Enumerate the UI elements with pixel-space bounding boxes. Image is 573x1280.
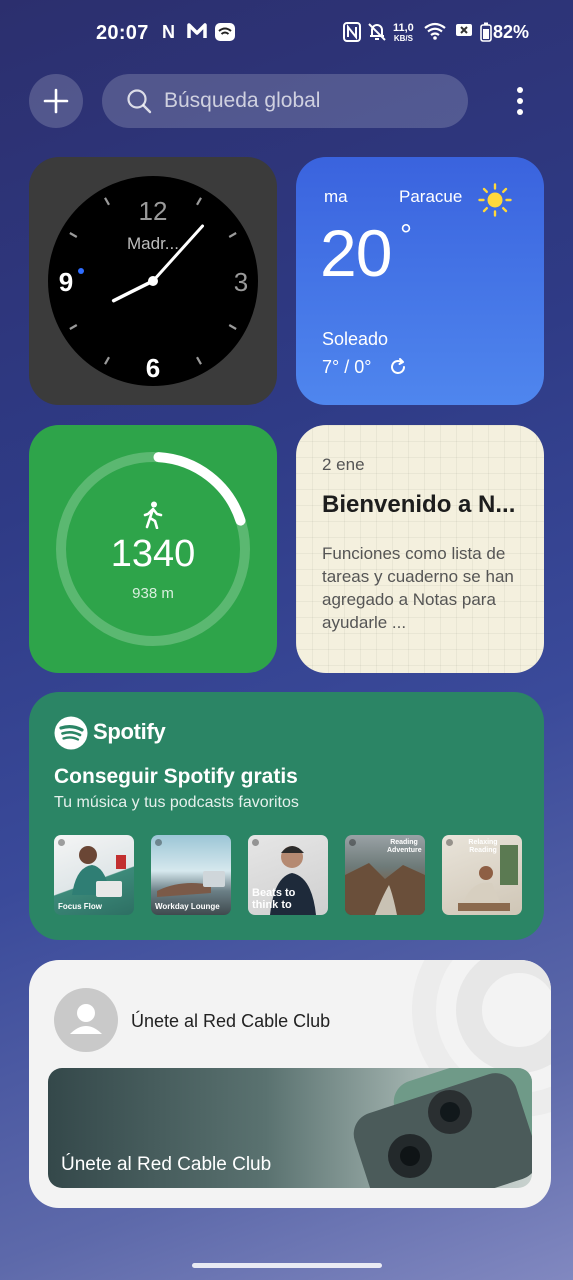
net-speed-value: 11,0 xyxy=(393,22,414,34)
playlist-tile-workday-lounge[interactable]: Workday Lounge xyxy=(151,835,231,915)
weather-temperature: 20 xyxy=(320,216,392,290)
weather-degree: ° xyxy=(400,219,412,252)
avatar[interactable] xyxy=(54,988,118,1052)
steps-count: 1340 xyxy=(110,533,196,575)
numeral-12: 12 xyxy=(139,196,168,226)
note-body: Funciones como lista de tareas y cuadern… xyxy=(322,544,514,632)
numeral-3: 3 xyxy=(234,267,248,297)
playlist-caption: Focus Flow xyxy=(58,902,102,911)
nfc-icon xyxy=(343,22,361,47)
wifi-calling-icon xyxy=(214,22,236,47)
spotify-title: Conseguir Spotify gratis xyxy=(54,765,298,788)
steps-distance: 938 m xyxy=(132,585,174,602)
status-time: 20:07 xyxy=(96,22,149,44)
weather-range: 7° / 0° xyxy=(322,357,372,377)
steps-widget[interactable]: 1340 938 m xyxy=(29,425,277,673)
numeral-9: 9 xyxy=(59,267,73,297)
playlist-caption: Relaxing Reading xyxy=(468,839,498,854)
playlist-tile-reading-adventure[interactable]: Reading Adventure xyxy=(345,835,425,915)
phone-image xyxy=(353,1068,532,1188)
silent-bell-icon xyxy=(368,22,386,47)
n-app-icon: N xyxy=(162,22,175,42)
spotify-widget[interactable]: Spotify Conseguir Spotify gratis Tu músi… xyxy=(29,692,544,940)
refresh-icon[interactable] xyxy=(388,357,408,377)
note-date: 2 ene xyxy=(322,455,365,474)
plus-icon xyxy=(43,88,69,114)
club-header-text: Únete al Red Cable Club xyxy=(131,1011,331,1031)
clock-marker-dot xyxy=(78,268,84,274)
analog-clock: 12 3 6 9 Madr... xyxy=(48,176,258,386)
world-clock-widget[interactable]: 12 3 6 9 Madr... xyxy=(29,157,277,405)
status-bar: 20:07 N 11,0 KB/S 82% xyxy=(0,0,573,66)
numeral-6: 6 xyxy=(146,353,160,383)
spotify-logo-icon xyxy=(54,716,88,750)
global-search-bar[interactable]: Búsqueda global xyxy=(102,74,468,128)
weather-widget[interactable]: ma Paracue 20 ° Soleado 7° / 0° xyxy=(296,157,544,405)
more-vert-icon xyxy=(517,87,523,115)
more-options-button[interactable] xyxy=(508,86,532,116)
search-icon xyxy=(127,89,152,114)
wifi-icon xyxy=(423,22,447,45)
sun-icon xyxy=(478,183,512,217)
battery-icon xyxy=(480,22,492,47)
playlist-tile-relaxing-reading[interactable]: Relaxing Reading xyxy=(442,835,522,915)
playlist-tile-focus-flow[interactable]: Focus Flow xyxy=(54,835,134,915)
playlist-caption: Beats to think to xyxy=(252,887,296,911)
network-speed: 11,0 KB/S xyxy=(393,23,414,44)
user-avatar-icon xyxy=(70,1004,102,1034)
steps-progress-arc xyxy=(153,452,246,526)
spotify-brand: Spotify xyxy=(93,719,166,744)
red-cable-club-widget[interactable]: Únete al Red Cable Club Únete al Red Cab… xyxy=(29,960,551,1208)
notes-widget[interactable]: 2 ene Bienvenido a N... Funciones como l… xyxy=(296,425,544,673)
home-indicator[interactable] xyxy=(192,1263,382,1268)
add-widget-button[interactable] xyxy=(29,74,83,128)
net-speed-unit: KB/S xyxy=(393,34,413,43)
no-sim-icon xyxy=(455,22,473,43)
weather-location-2: Paracue xyxy=(399,187,463,206)
spotify-subtitle: Tu música y tus podcasts favoritos xyxy=(54,794,299,811)
clock-city: Madr... xyxy=(127,234,179,253)
battery-percent: 82% xyxy=(493,22,530,42)
playlist-caption: Reading Adventure xyxy=(387,839,422,854)
playlist-caption: Workday Lounge xyxy=(155,902,220,911)
note-title: Bienvenido a N... xyxy=(322,491,516,518)
club-banner[interactable]: Únete al Red Cable Club xyxy=(48,1068,532,1188)
weather-location-1: ma xyxy=(324,187,348,206)
club-banner-text: Únete al Red Cable Club xyxy=(61,1154,272,1175)
walking-icon xyxy=(143,501,163,529)
playlist-tile-beats-to-think-to[interactable]: Beats to think to xyxy=(248,835,328,915)
search-placeholder: Búsqueda global xyxy=(164,89,321,112)
m-app-icon xyxy=(187,22,207,45)
weather-condition: Soleado xyxy=(322,329,389,349)
